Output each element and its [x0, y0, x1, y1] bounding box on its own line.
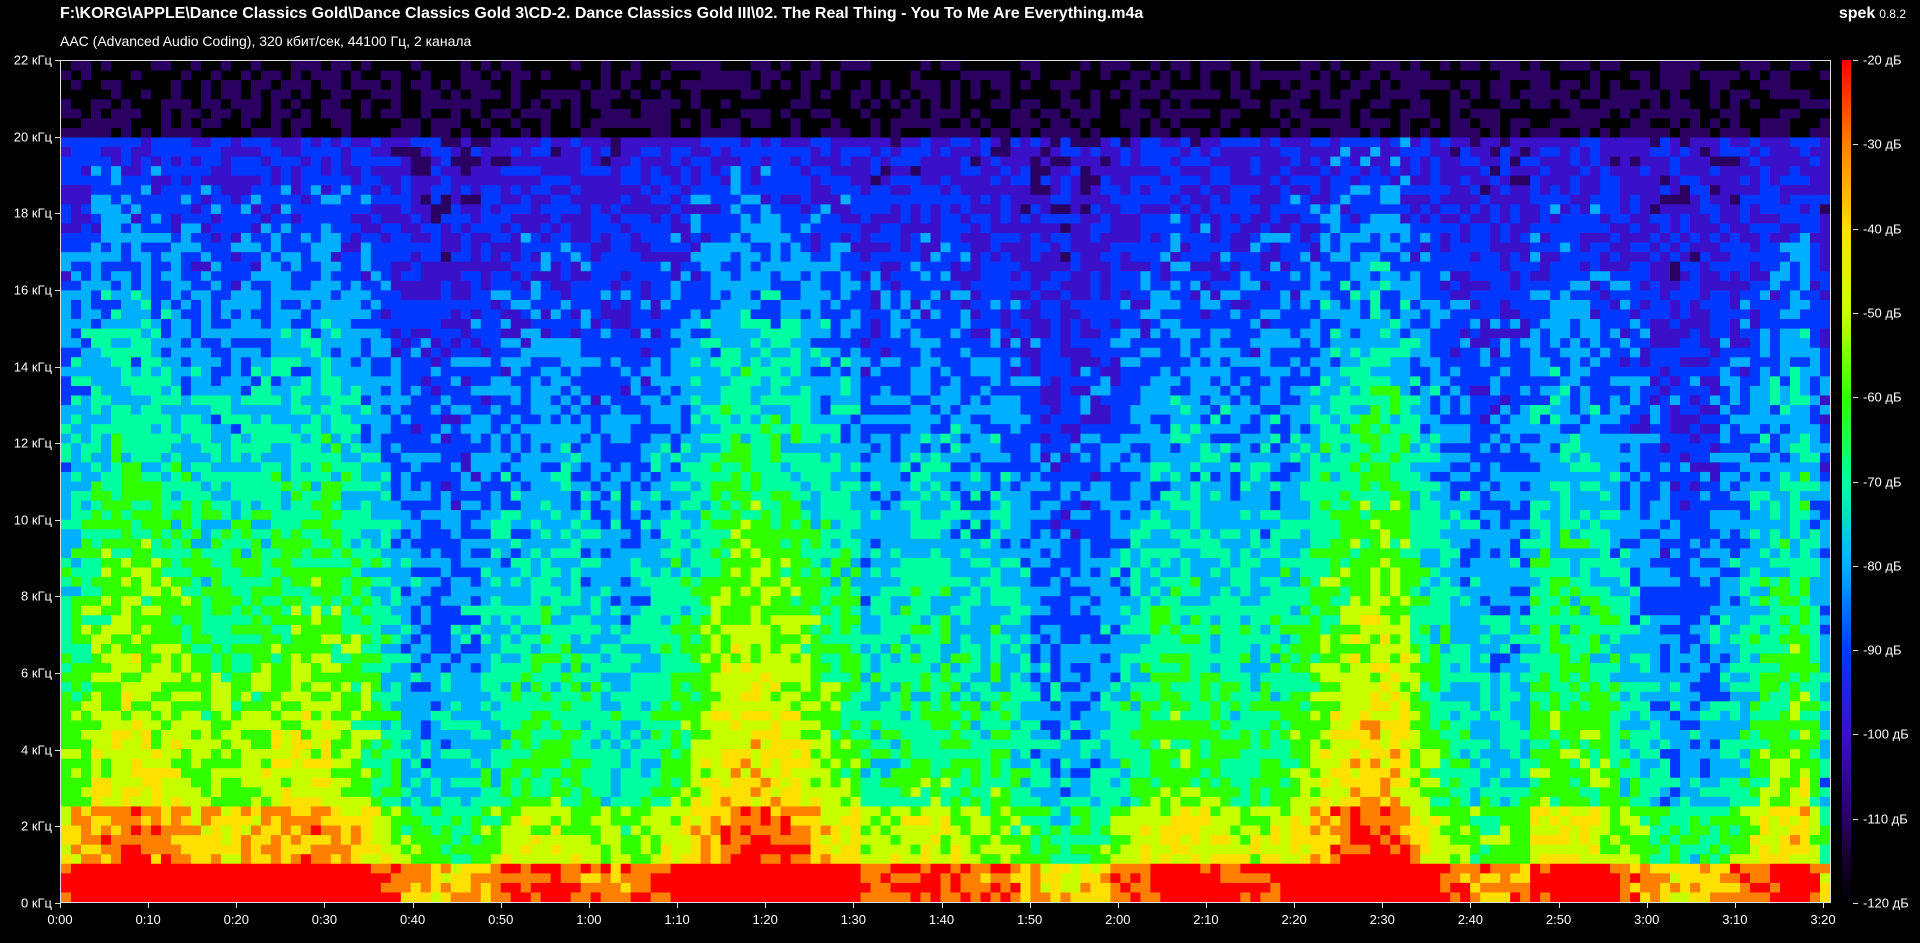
y-tick-mark — [55, 519, 60, 521]
x-tick-label: 1:00 — [576, 912, 602, 927]
x-tick-label: 1:30 — [840, 912, 866, 927]
y-tick-label: 22 кГц — [13, 52, 52, 68]
x-tick-label: 0:50 — [488, 912, 514, 927]
y-tick-label: 10 кГц — [13, 512, 52, 528]
x-tick-label: 0:00 — [47, 912, 73, 927]
y-tick-label: 16 кГц — [13, 282, 52, 298]
colorbar-tick-mark — [1853, 734, 1858, 736]
colorbar-tick-label: -90 дБ — [1863, 642, 1902, 658]
x-tick-mark — [1558, 903, 1560, 908]
x-tick-mark — [500, 903, 502, 908]
x-tick-label: 2:00 — [1105, 912, 1131, 927]
colorbar-tick-label: -110 дБ — [1863, 811, 1908, 827]
colorbar-tick-mark — [1853, 818, 1858, 820]
y-tick-label: 4 кГц — [20, 742, 52, 758]
app-brand: spek 0.8.2 — [1839, 5, 1906, 23]
x-tick-label: 1:20 — [752, 912, 778, 927]
x-tick-mark — [853, 903, 855, 908]
x-tick-mark — [765, 903, 767, 908]
x-tick-label: 1:40 — [928, 912, 955, 927]
x-tick-label: 1:10 — [664, 912, 690, 927]
y-tick-mark — [55, 366, 60, 368]
y-tick-mark — [55, 596, 60, 598]
colorbar-tick-label: -40 дБ — [1863, 221, 1902, 237]
y-tick-label: 14 кГц — [13, 359, 52, 375]
x-tick-mark — [60, 903, 61, 908]
app-name: spek — [1838, 5, 1876, 22]
x-tick-label: 2:30 — [1369, 912, 1395, 927]
x-tick-mark — [1205, 903, 1207, 908]
x-tick-label: 0:10 — [135, 912, 161, 927]
colorbar-tick-mark — [1853, 228, 1858, 230]
db-colorbar — [1842, 60, 1851, 903]
colorbar-tick-mark — [1853, 312, 1858, 314]
y-tick-mark — [55, 213, 60, 215]
x-tick-label: 0:20 — [223, 912, 249, 927]
x-tick-mark — [1294, 903, 1296, 908]
colorbar-tick-label: -80 дБ — [1863, 558, 1902, 574]
x-tick-mark — [1823, 903, 1824, 908]
y-tick-label: 18 кГц — [13, 205, 52, 221]
colorbar-tick-label: -70 дБ — [1863, 474, 1902, 489]
x-tick-label: 1:50 — [1016, 912, 1043, 927]
x-tick-mark — [677, 903, 679, 908]
y-tick-label: 6 кГц — [20, 665, 52, 681]
colorbar-tick-mark — [1853, 60, 1858, 61]
x-tick-mark — [412, 903, 414, 908]
x-tick-label: 0:40 — [399, 912, 426, 927]
y-tick-label: 2 кГц — [20, 818, 52, 834]
y-tick-mark — [55, 136, 60, 138]
colorbar-tick-label: -120 дБ — [1863, 895, 1909, 911]
file-path-title: F:\KORG\APPLE\Dance Classics Gold\Dance … — [60, 5, 1144, 22]
x-tick-mark — [941, 903, 943, 908]
x-tick-mark — [236, 903, 238, 908]
colorbar-tick-label: -100 дБ — [1863, 726, 1909, 742]
y-tick-label: 20 кГц — [13, 129, 52, 145]
y-tick-mark — [55, 443, 60, 445]
x-tick-label: 3:10 — [1722, 912, 1748, 927]
y-tick-label: 12 кГц — [13, 435, 52, 451]
x-tick-label: 3:00 — [1634, 912, 1660, 927]
x-tick-mark — [588, 903, 590, 908]
x-tick-mark — [148, 903, 150, 908]
app-version: 0.8.2 — [1879, 7, 1906, 21]
colorbar-tick-mark — [1853, 903, 1858, 904]
x-tick-label: 0:30 — [311, 912, 338, 927]
x-tick-mark — [1382, 903, 1384, 908]
x-tick-label: 2:10 — [1193, 912, 1219, 927]
y-tick-label: 8 кГц — [20, 588, 52, 604]
colorbar-tick-mark — [1853, 565, 1858, 567]
colorbar-tick-label: -50 дБ — [1863, 305, 1902, 321]
x-tick-label: 3:20 — [1810, 912, 1836, 927]
x-tick-mark — [324, 903, 326, 908]
y-tick-mark — [55, 826, 60, 828]
colorbar-tick-label: -60 дБ — [1863, 389, 1902, 405]
colorbar-tick-label: -20 дБ — [1863, 52, 1902, 68]
x-tick-label: 2:50 — [1545, 912, 1572, 927]
colorbar-tick-label: -30 дБ — [1863, 136, 1902, 152]
spectrogram-heatmap — [61, 61, 1830, 902]
y-tick-label: 0 кГц — [20, 895, 52, 911]
colorbar-tick-mark — [1853, 144, 1858, 146]
y-tick-mark — [55, 749, 60, 751]
stream-info: AAC (Advanced Audio Coding), 320 кбит/се… — [60, 33, 472, 49]
y-tick-mark — [55, 60, 60, 61]
y-tick-mark — [55, 289, 60, 291]
colorbar-tick-mark — [1853, 397, 1858, 399]
x-tick-mark — [1029, 903, 1031, 908]
x-tick-mark — [1470, 903, 1472, 908]
colorbar-tick-mark — [1853, 650, 1858, 652]
x-tick-label: 2:20 — [1281, 912, 1307, 927]
x-tick-label: 2:40 — [1457, 912, 1484, 927]
colorbar-tick-mark — [1853, 481, 1858, 483]
spectrogram-plot — [60, 60, 1831, 903]
x-tick-mark — [1734, 903, 1736, 908]
y-tick-mark — [55, 673, 60, 675]
x-tick-mark — [1646, 903, 1648, 908]
x-tick-mark — [1117, 903, 1119, 908]
